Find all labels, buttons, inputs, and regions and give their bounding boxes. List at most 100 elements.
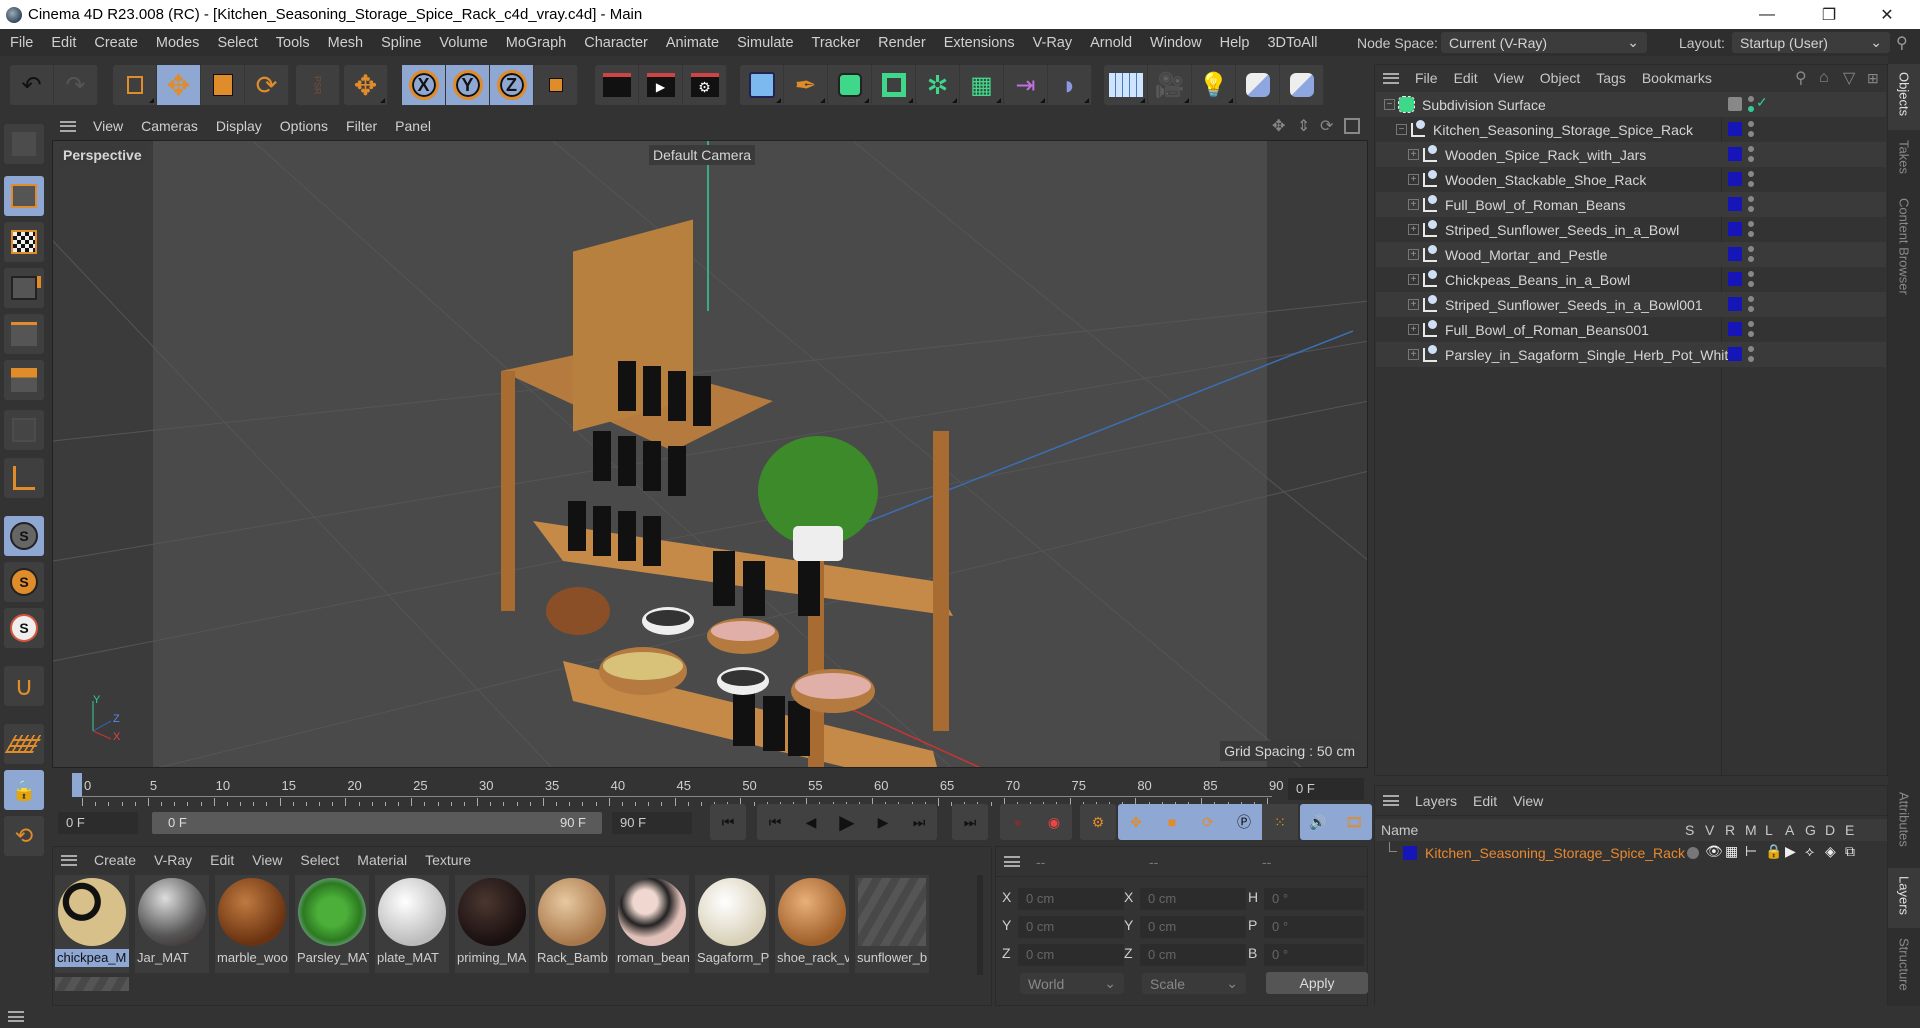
menu-mograph[interactable]: MoGraph xyxy=(497,35,575,51)
menu-extensions[interactable]: Extensions xyxy=(935,35,1024,51)
hamburger-icon[interactable] xyxy=(60,120,76,132)
material-swatch[interactable]: roman_bean xyxy=(615,875,689,973)
viewport-menu-filter[interactable]: Filter xyxy=(337,118,386,134)
tab-objects[interactable]: Objects xyxy=(1888,64,1920,130)
visibility-dots[interactable] xyxy=(1748,96,1754,112)
minimize-button[interactable]: — xyxy=(1744,0,1790,29)
expand-icon[interactable]: + xyxy=(1408,199,1419,210)
menu-help[interactable]: Help xyxy=(1211,35,1259,51)
layer-color-swatch[interactable] xyxy=(1728,172,1742,186)
layer-menu-layers[interactable]: Layers xyxy=(1407,793,1465,809)
layer-color-swatch[interactable] xyxy=(1403,846,1417,860)
rot-b-field[interactable]: 0 ° xyxy=(1264,944,1364,966)
model-mode-button[interactable] xyxy=(4,176,44,216)
lock-workplane-button[interactable]: 🔒 xyxy=(4,770,44,810)
menu-character[interactable]: Character xyxy=(575,35,657,51)
menu-volume[interactable]: Volume xyxy=(430,35,496,51)
keyframe-settings-button[interactable]: ⚙ xyxy=(1080,804,1116,840)
layer-color-swatch[interactable] xyxy=(1728,197,1742,211)
layer-menu-edit[interactable]: Edit xyxy=(1465,793,1505,809)
psr-button[interactable]: PSR xyxy=(296,65,340,105)
manager-hierarchy-icon[interactable]: ⊢ xyxy=(1745,843,1757,860)
render-view-button[interactable] xyxy=(595,65,639,105)
layer-color-swatch[interactable] xyxy=(1728,222,1742,236)
deformer-button[interactable]: ⇥ xyxy=(1004,65,1048,105)
texture-mode-button[interactable] xyxy=(4,222,44,262)
key-scale-button[interactable]: ■ xyxy=(1154,804,1190,840)
layer-color-swatch[interactable] xyxy=(1728,322,1742,336)
material-menu-texture[interactable]: Texture xyxy=(416,852,480,868)
maximize-button[interactable]: ❐ xyxy=(1806,0,1852,29)
material-swatch[interactable]: chickpea_M xyxy=(55,875,129,973)
coord-mode-dropdown[interactable]: Scale ⌄ xyxy=(1142,973,1246,994)
object-row[interactable]: + Striped_Sunflower_Seeds_in_a_Bowl001 xyxy=(1376,292,1886,317)
next-frame-button[interactable]: ▶ xyxy=(865,804,901,840)
viewport-menu-display[interactable]: Display xyxy=(207,118,271,134)
snap-button[interactable]: S xyxy=(4,516,44,556)
visibility-dots[interactable] xyxy=(1748,296,1754,312)
menu-tracker[interactable]: Tracker xyxy=(803,35,870,51)
visibility-dots[interactable] xyxy=(1748,246,1754,262)
make-editable-button[interactable] xyxy=(4,124,44,164)
rot-h-field[interactable]: 0 ° xyxy=(1264,888,1364,910)
object-menu-file[interactable]: File xyxy=(1407,70,1446,86)
object-menu-object[interactable]: Object xyxy=(1532,70,1588,86)
object-row[interactable]: + Parsley_in_Sagaform_Single_Herb_Pot_Whi… xyxy=(1376,342,1886,367)
playhead[interactable] xyxy=(72,773,82,797)
material-swatch[interactable]: Parsley_MAT xyxy=(295,875,369,973)
menu-file[interactable]: File xyxy=(0,35,42,51)
object-menu-tags[interactable]: Tags xyxy=(1588,70,1634,86)
lock-icon[interactable]: 🔒 xyxy=(1765,843,1782,860)
render-settings-button[interactable]: ⚙ xyxy=(683,65,727,105)
object-row[interactable]: + Full_Bowl_of_Roman_Beans001 xyxy=(1376,317,1886,342)
deformer-icon[interactable]: ◈ xyxy=(1825,843,1836,860)
material-swatch[interactable]: plate_MAT xyxy=(375,875,449,973)
polygons-mode-button[interactable] xyxy=(4,360,44,400)
start-frame-field[interactable]: 0 F xyxy=(58,812,138,834)
object-row-group[interactable]: − Kitchen_Seasoning_Storage_Spice_Rack xyxy=(1376,117,1886,142)
camera-button[interactable]: 🎥 xyxy=(1148,65,1192,105)
key-pla-button[interactable]: ⁙ xyxy=(1262,804,1298,840)
layer-color-swatch[interactable] xyxy=(1728,122,1742,136)
rotate-view-icon[interactable]: ⟳ xyxy=(1320,116,1333,136)
edges-mode-button[interactable] xyxy=(4,314,44,354)
filter-icon[interactable]: ▽ xyxy=(1843,68,1855,88)
expand-icon[interactable]: + xyxy=(1408,349,1419,360)
visible-eye-icon[interactable]: 👁 xyxy=(1705,843,1723,860)
visibility-dots[interactable] xyxy=(1748,346,1754,362)
size-y-field[interactable]: 0 cm xyxy=(1140,916,1246,938)
menu-window[interactable]: Window xyxy=(1141,35,1211,51)
material-swatch[interactable]: priming_MA xyxy=(455,875,529,973)
expand-icon[interactable]: + xyxy=(1408,224,1419,235)
pos-y-field[interactable]: 0 cm xyxy=(1018,916,1124,938)
layer-row[interactable]: Kitchen_Seasoning_Storage_Spice_Rack 👁 ▦… xyxy=(1375,842,1887,864)
collapse-icon[interactable]: − xyxy=(1396,124,1407,135)
hamburger-icon[interactable] xyxy=(1004,856,1020,867)
menu-3dtoall[interactable]: 3DToAll xyxy=(1258,35,1326,51)
visibility-dots[interactable] xyxy=(1748,321,1754,337)
material-menu-vray[interactable]: V-Ray xyxy=(145,852,201,868)
scale-tool-button[interactable] xyxy=(201,65,245,105)
menu-tools[interactable]: Tools xyxy=(267,35,319,51)
camera-label[interactable]: Default Camera xyxy=(649,145,756,165)
menu-animate[interactable]: Animate xyxy=(657,35,728,51)
layer-color-swatch[interactable] xyxy=(1728,147,1742,161)
tab-content-browser[interactable]: Content Browser xyxy=(1888,190,1920,320)
hamburger-icon[interactable] xyxy=(8,1011,24,1022)
subdivision-button[interactable] xyxy=(828,65,872,105)
visibility-dots[interactable] xyxy=(1748,221,1754,237)
edit-mode-toggle-icon[interactable] xyxy=(1728,97,1742,111)
object-menu-bookmarks[interactable]: Bookmarks xyxy=(1634,70,1720,86)
object-row[interactable]: + Wood_Mortar_and_Pestle xyxy=(1376,242,1886,267)
play-button[interactable]: ▶ xyxy=(829,804,865,840)
material-menu-select[interactable]: Select xyxy=(291,852,348,868)
material-swatch[interactable]: Jar_MAT xyxy=(135,875,209,973)
light-button[interactable]: 💡 xyxy=(1192,65,1236,105)
collapse-icon[interactable]: − xyxy=(1384,99,1395,110)
undo-button[interactable]: ↶ xyxy=(10,65,54,105)
visibility-dots[interactable] xyxy=(1748,196,1754,212)
lock-x-button[interactable]: X xyxy=(402,65,446,105)
hamburger-icon[interactable] xyxy=(61,854,77,866)
axis-mode-button[interactable] xyxy=(4,458,44,498)
snap-3d-button[interactable]: S xyxy=(4,562,44,602)
